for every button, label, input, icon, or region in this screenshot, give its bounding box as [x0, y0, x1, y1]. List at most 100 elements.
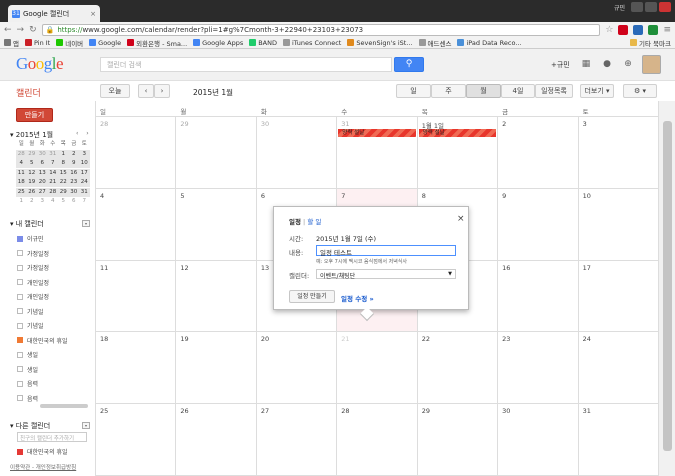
day-number[interactable]: 5	[180, 192, 184, 200]
bookmark-item[interactable]: SevenSign's iSt...	[347, 39, 413, 47]
extension-icon[interactable]	[618, 24, 629, 35]
footer-links[interactable]: 이용약관 - 개인정보취급방침	[10, 463, 76, 471]
plus-user-link[interactable]: +규민	[551, 60, 570, 70]
day-number[interactable]: 31	[583, 407, 591, 415]
mini-day[interactable]: 15	[58, 168, 69, 178]
view-4day-button[interactable]: 4일	[501, 84, 535, 98]
mini-day[interactable]: 31	[47, 149, 58, 159]
day-number[interactable]: 3	[583, 120, 587, 128]
day-number[interactable]: 18	[100, 335, 108, 343]
view-week-button[interactable]: 주	[431, 84, 466, 98]
menu-icon[interactable]: ≡	[663, 25, 671, 35]
bookmark-item[interactable]: BAND	[249, 39, 277, 47]
day-number[interactable]: 29	[180, 120, 188, 128]
day-cell[interactable]: 4	[96, 188, 177, 260]
mini-day[interactable]: 29	[58, 187, 69, 197]
mini-day[interactable]: 14	[47, 168, 58, 178]
create-button[interactable]: 만들기	[16, 108, 53, 122]
day-cell[interactable]: 16	[498, 260, 579, 332]
day-number[interactable]: 27	[261, 407, 269, 415]
tab-event[interactable]: 일정	[289, 218, 301, 226]
day-number[interactable]: 2	[502, 120, 506, 128]
calendar-list-item[interactable]: 가정일정	[17, 249, 49, 258]
day-cell[interactable]: 10	[579, 188, 659, 260]
day-number[interactable]: 24	[583, 335, 591, 343]
mini-day[interactable]: 20	[37, 178, 48, 187]
apps-icon[interactable]: ▦	[580, 58, 592, 70]
reload-icon[interactable]: ↻	[29, 25, 37, 35]
day-number[interactable]: 21	[341, 335, 349, 343]
maximize-button[interactable]	[645, 2, 657, 12]
other-calendars-dropdown-icon[interactable]: ▾	[82, 422, 90, 429]
day-number[interactable]: 13	[261, 264, 269, 272]
day-cell[interactable]: 29	[418, 404, 499, 475]
day-cell[interactable]: 18	[96, 332, 177, 404]
calendar-list-item[interactable]: 대한민국의 휴일	[17, 336, 68, 345]
calendar-list-item[interactable]: 대한민국의 휴일	[17, 447, 68, 456]
day-number[interactable]: 28	[341, 407, 349, 415]
extension-icon[interactable]	[648, 24, 659, 35]
calendar-color-swatch[interactable]	[17, 395, 23, 401]
day-number[interactable]: 25	[100, 407, 108, 415]
day-cell[interactable]: 31	[579, 404, 659, 475]
day-number[interactable]: 17	[583, 264, 591, 272]
calendar-list-item[interactable]: 생일	[17, 365, 38, 374]
calendar-select[interactable]: 이벤트/채팅단 ▼	[316, 269, 456, 280]
day-cell[interactable]: 20	[257, 332, 338, 404]
calendar-color-swatch[interactable]	[17, 308, 23, 314]
day-cell[interactable]: 27	[257, 404, 338, 475]
day-cell[interactable]: 28	[337, 404, 418, 475]
mini-day[interactable]: 4	[48, 197, 59, 206]
view-month-button[interactable]: 월	[466, 84, 501, 98]
bookmark-item[interactable]: Pin It	[24, 39, 50, 47]
scrollbar-thumb[interactable]	[663, 121, 672, 451]
mini-day[interactable]: 1	[58, 149, 69, 159]
day-cell[interactable]: 30	[257, 117, 338, 188]
bookmark-item[interactable]: 외환은행 - Sma...	[127, 38, 187, 48]
bookmark-item[interactable]: Google Apps	[193, 39, 243, 47]
day-number[interactable]: 6	[261, 192, 265, 200]
calendar-color-swatch[interactable]	[17, 264, 23, 271]
calendar-list-item[interactable]: 개인일정	[17, 292, 49, 301]
mini-day[interactable]: 18	[16, 178, 27, 187]
bookmark-item[interactable]: 네이버	[56, 38, 83, 48]
mini-day[interactable]: 3	[37, 197, 48, 206]
calendar-list-item[interactable]: 기념일	[17, 321, 44, 330]
calendar-color-swatch[interactable]	[17, 293, 23, 300]
mini-day[interactable]: 21	[47, 178, 58, 187]
mini-day[interactable]: 22	[58, 178, 69, 187]
mini-day[interactable]: 30	[68, 187, 79, 197]
calendar-color-swatch[interactable]	[17, 448, 23, 455]
event-chip[interactable]: 양력 설날	[338, 129, 416, 137]
day-cell[interactable]: 30	[498, 404, 579, 475]
search-button[interactable]: ⚲	[394, 57, 424, 72]
day-number[interactable]: 29	[422, 407, 430, 415]
mini-day[interactable]: 26	[26, 187, 37, 197]
day-cell[interactable]: 12	[176, 260, 257, 332]
close-icon[interactable]: ×	[457, 214, 465, 224]
day-number[interactable]: 7	[341, 192, 345, 200]
day-number[interactable]: 30	[502, 407, 510, 415]
day-cell[interactable]: 23	[498, 332, 579, 404]
day-number[interactable]: 16	[502, 264, 510, 272]
day-cell[interactable]: 26	[176, 404, 257, 475]
calendar-color-swatch[interactable]	[17, 337, 23, 343]
bookmark-item[interactable]: iPad Data Reco...	[457, 39, 522, 47]
tab-task[interactable]: 할 일	[307, 218, 321, 226]
calendar-color-swatch[interactable]	[17, 380, 23, 387]
google-logo[interactable]: Google	[16, 54, 64, 74]
day-cell[interactable]: 29	[176, 117, 257, 188]
day-number[interactable]: 20	[261, 335, 269, 343]
bookmark-item[interactable]: iTunes Connect	[283, 39, 341, 47]
mini-day[interactable]: 2	[68, 149, 79, 159]
day-cell[interactable]: 31	[337, 117, 418, 188]
day-number[interactable]: 28	[100, 120, 108, 128]
extension-icon[interactable]	[633, 24, 644, 35]
bookmark-star-icon[interactable]: ☆	[605, 25, 613, 35]
calendar-list-item[interactable]: 가정일정	[17, 263, 49, 272]
calendar-list-item[interactable]: 음력	[17, 394, 38, 403]
calendar-color-swatch[interactable]	[17, 250, 23, 256]
day-number[interactable]: 26	[180, 407, 188, 415]
notifications-icon[interactable]: ●	[601, 58, 613, 70]
other-calendars-title[interactable]: ▾ 다른 캘린더	[10, 421, 50, 431]
